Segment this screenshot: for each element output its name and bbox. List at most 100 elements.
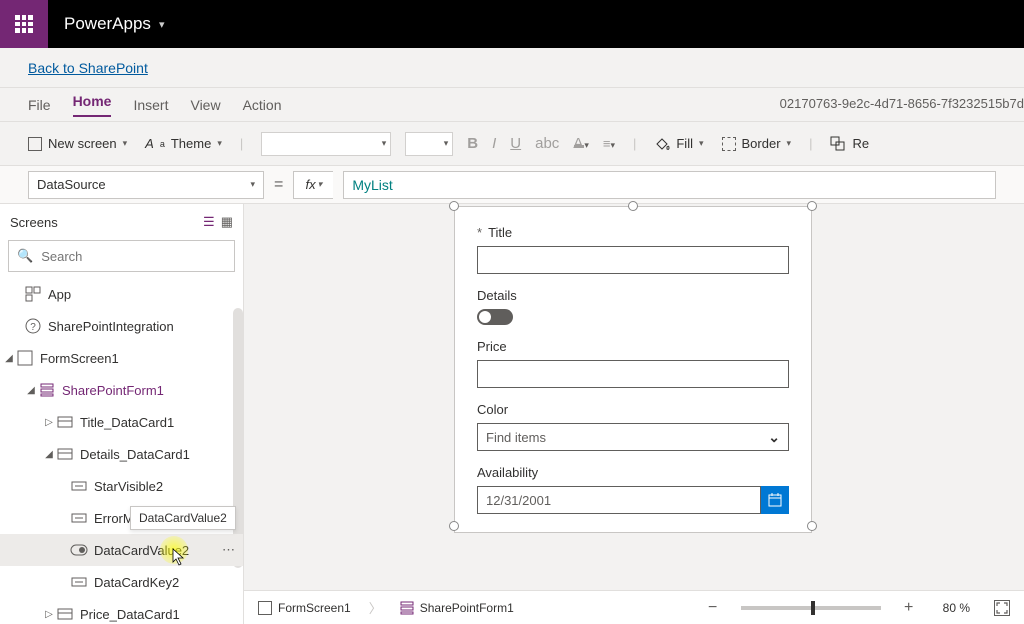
title-input[interactable] xyxy=(477,246,789,274)
price-input[interactable] xyxy=(477,360,789,388)
caret-down-icon[interactable]: ◢ xyxy=(24,385,38,396)
fx-label: fx xyxy=(306,177,316,192)
underline-icon[interactable]: U xyxy=(510,135,521,152)
tree-label: SharePointIntegration xyxy=(48,319,174,334)
property-label: DataSource xyxy=(37,177,106,192)
field-details: Details xyxy=(477,288,789,325)
price-label: Price xyxy=(477,339,507,354)
datacard-icon xyxy=(56,605,74,623)
resize-handle[interactable] xyxy=(807,201,817,211)
grid-view-icon[interactable]: ▦ xyxy=(221,214,233,230)
details-label: Details xyxy=(477,288,517,303)
status-bar: FormScreen1 〉 SharePointForm1 − + 80 % xyxy=(244,590,1024,624)
new-screen-button[interactable]: New screen ▾ xyxy=(28,136,127,151)
screen-icon xyxy=(16,349,34,367)
tree-node-titledc[interactable]: ▷ Title_DataCard1 xyxy=(0,406,243,438)
tree-panel: Screens ☰ ▦ 🔍 App ? SharePointIntegratio… xyxy=(0,204,244,624)
tree-node-app[interactable]: App xyxy=(0,278,243,310)
color-combobox[interactable]: Find items ⌄ xyxy=(477,423,789,451)
menu-insert[interactable]: Insert xyxy=(133,97,168,113)
chevron-down-icon: ▾ xyxy=(250,179,255,190)
property-selector[interactable]: DataSource ▾ xyxy=(28,171,264,199)
file-id-label: 02170763-9e2c-4d71-8656-7f3232515b7d xyxy=(780,96,1024,111)
zoom-out-button[interactable]: − xyxy=(703,599,723,617)
tree-label: DataCardValue2 xyxy=(94,543,189,558)
resize-handle[interactable] xyxy=(449,201,459,211)
app-launcher-button[interactable] xyxy=(0,0,48,48)
tree-node-spintegration[interactable]: ? SharePointIntegration xyxy=(0,310,243,342)
formula-input[interactable]: MyList xyxy=(343,171,996,199)
tree-label: DataCardKey2 xyxy=(94,575,179,590)
caret-down-icon[interactable]: ◢ xyxy=(42,449,56,460)
menu-view[interactable]: View xyxy=(190,97,220,113)
formula-bar: DataSource ▾ = fx ▾ MyList xyxy=(0,166,1024,204)
border-label: Border xyxy=(742,136,781,151)
breadcrumb-screen[interactable]: FormScreen1 xyxy=(258,601,351,615)
border-button[interactable]: Border ▾ xyxy=(722,136,792,151)
tree-label: App xyxy=(48,287,71,302)
zoom-slider[interactable] xyxy=(741,606,881,610)
search-icon: 🔍 xyxy=(17,248,33,264)
fx-button[interactable]: fx ▾ xyxy=(293,171,333,199)
label-icon xyxy=(70,509,88,527)
tree-node-detailsdc[interactable]: ◢ Details_DataCard1 xyxy=(0,438,243,470)
tree-node-formscreen[interactable]: ◢ FormScreen1 xyxy=(0,342,243,374)
italic-icon[interactable]: I xyxy=(492,135,496,152)
tree-node-starvisible[interactable]: StarVisible2 xyxy=(0,470,243,502)
availability-datepicker[interactable]: 12/31/2001 xyxy=(477,486,789,514)
resize-handle[interactable] xyxy=(449,521,459,531)
zoom-thumb[interactable] xyxy=(811,601,815,615)
breadcrumb-form[interactable]: SharePointForm1 xyxy=(400,601,514,615)
canvas[interactable]: *Title Details Price Color Find items ⌄ … xyxy=(244,204,1024,624)
form-preview[interactable]: *Title Details Price Color Find items ⌄ … xyxy=(454,206,812,533)
tree-label: Details_DataCard1 xyxy=(80,447,190,462)
chevron-down-icon: ▾ xyxy=(159,18,165,31)
tree-scroll[interactable]: App ? SharePointIntegration ◢ FormScreen… xyxy=(0,278,243,624)
strikethrough-icon[interactable]: abc xyxy=(535,135,559,152)
field-color: Color Find items ⌄ xyxy=(477,402,789,451)
tree-node-datacardvalue[interactable]: DataCardValue2 ⋯ xyxy=(0,534,243,566)
waffle-icon xyxy=(15,15,33,33)
question-icon: ? xyxy=(24,317,42,335)
tree-label: SharePointForm1 xyxy=(62,383,164,398)
equals-sign: = xyxy=(274,176,283,194)
caret-right-icon[interactable]: ▷ xyxy=(42,417,56,428)
availability-label: Availability xyxy=(477,465,538,480)
more-icon[interactable]: ⋯ xyxy=(222,542,235,558)
app-name-dropdown[interactable]: PowerApps ▾ xyxy=(64,14,164,34)
fill-button[interactable]: Fill ▾ xyxy=(654,136,703,152)
back-to-sharepoint-link[interactable]: Back to SharePoint xyxy=(28,60,148,76)
caret-right-icon[interactable]: ▷ xyxy=(42,609,56,620)
tooltip: DataCardValue2 xyxy=(130,506,236,530)
caret-down-icon[interactable]: ◢ xyxy=(2,353,16,364)
fit-to-window-button[interactable] xyxy=(994,600,1010,616)
datacard-icon xyxy=(56,445,74,463)
tree-node-errormsg[interactable]: ErrorM DataCardValue2 xyxy=(0,502,243,534)
tree-node-datacardkey[interactable]: DataCardKey2 xyxy=(0,566,243,598)
main-area: Screens ☰ ▦ 🔍 App ? SharePointIntegratio… xyxy=(0,204,1024,624)
tree-search-input[interactable] xyxy=(41,249,226,264)
chevron-down-icon: ▾ xyxy=(787,138,792,149)
tree-search[interactable]: 🔍 xyxy=(8,240,235,272)
field-availability: Availability 12/31/2001 xyxy=(477,465,789,514)
tree-label: StarVisible2 xyxy=(94,479,163,494)
theme-button[interactable]: Aa Theme ▾ xyxy=(145,136,222,151)
ribbon: New screen ▾ Aa Theme ▾ | ▾ ▾ B I U abc … xyxy=(0,122,1024,166)
bold-icon[interactable]: B xyxy=(467,135,478,152)
menu-action[interactable]: Action xyxy=(243,97,282,113)
zoom-in-button[interactable]: + xyxy=(899,599,919,617)
toggle-icon xyxy=(70,541,88,559)
menu-file[interactable]: File xyxy=(28,97,51,113)
resize-handle[interactable] xyxy=(807,521,817,531)
tree-node-pricedc[interactable]: ▷ Price_DataCard1 xyxy=(0,598,243,624)
chevron-down-icon: ▾ xyxy=(318,179,323,190)
reorder-button[interactable]: Re xyxy=(830,136,869,152)
details-toggle[interactable] xyxy=(477,309,513,325)
menu-home[interactable]: Home xyxy=(73,93,112,117)
font-color-icon[interactable]: A▾ xyxy=(573,135,589,152)
tree-node-spform[interactable]: ◢ SharePointForm1 xyxy=(0,374,243,406)
align-icon[interactable]: ≡▾ xyxy=(603,136,615,151)
list-view-icon[interactable]: ☰ xyxy=(203,214,215,230)
calendar-icon[interactable] xyxy=(761,486,789,514)
resize-handle[interactable] xyxy=(628,201,638,211)
